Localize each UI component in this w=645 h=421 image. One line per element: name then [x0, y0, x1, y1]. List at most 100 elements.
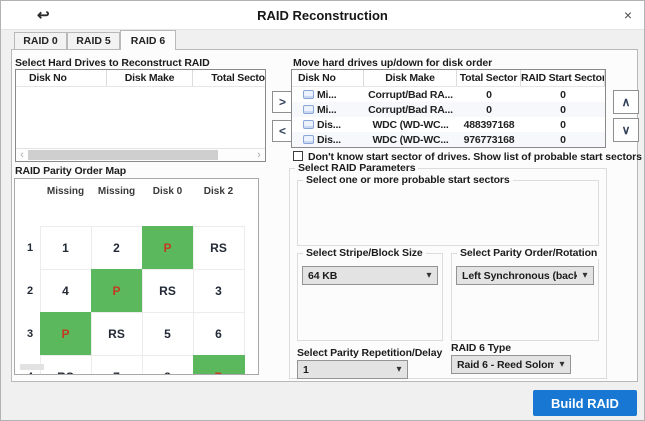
- scroll-left-icon[interactable]: ‹: [16, 149, 28, 161]
- scroll-right-icon[interactable]: ›: [253, 149, 265, 161]
- tab-raid-5[interactable]: RAID 5: [67, 32, 120, 50]
- move-right-button[interactable]: >: [272, 91, 293, 113]
- column-header: RAID Start Sector: [521, 70, 605, 86]
- list-item[interactable]: Dis... WDC (WD-WC...4883971680: [292, 117, 605, 132]
- raid6-type-dropdown[interactable]: Raid 6 - Reed Solomon ▾: [451, 355, 571, 374]
- raid-parameters-group-label: Select RAID Parameters: [295, 162, 418, 174]
- map-cell: 8: [142, 355, 194, 376]
- parity-repetition-label: Select Parity Repetition/Delay: [297, 347, 442, 359]
- disk-make-cell: Corrupt/Bad RA...: [364, 89, 457, 101]
- map-row-number: 2: [20, 269, 40, 312]
- map-cell: 2: [91, 226, 143, 270]
- disk-order-list-body: Mi...Corrupt/Bad RA...00Mi...Corrupt/Bad…: [292, 87, 605, 147]
- scrollbar-thumb[interactable]: [28, 150, 218, 160]
- map-cell: 6: [193, 312, 245, 356]
- horizontal-scrollbar[interactable]: ‹ ›: [16, 148, 265, 161]
- map-cell: 5: [142, 312, 194, 356]
- window-title: RAID Reconstruction: [1, 8, 644, 23]
- list-item[interactable]: Mi...Corrupt/Bad RA...00: [292, 87, 605, 102]
- raid-start-sector-cell: 0: [521, 119, 605, 131]
- map-cell: 3: [193, 269, 245, 313]
- raid-start-sector-cell: 0: [521, 89, 605, 101]
- chevron-down-icon: ▾: [421, 270, 437, 281]
- stripe-size-value: 64 KB: [303, 270, 421, 282]
- close-icon[interactable]: ×: [624, 7, 632, 23]
- raid-start-sector-cell: 0: [521, 104, 605, 116]
- disk-make-cell: WDC (WD-WC...: [364, 134, 457, 146]
- move-left-button[interactable]: <: [272, 120, 293, 142]
- chevron-down-icon: ▾: [577, 270, 593, 281]
- parity-order-map: MissingMissingDisk 0Disk 2112PRS24PRS33P…: [14, 178, 259, 375]
- disk-no-cell: Mi...: [292, 89, 364, 101]
- select-drives-label: Select Hard Drives to Reconstruct RAID: [15, 57, 210, 69]
- map-cell: RS: [91, 312, 143, 356]
- disk-order-list[interactable]: Disk NoDisk MakeTotal SectorRAID Start S…: [291, 69, 606, 148]
- map-cell: RS: [40, 355, 92, 376]
- map-cell: RS: [193, 226, 245, 270]
- disk-no-text: Mi...: [317, 89, 336, 101]
- total-sector-cell: 488397168: [457, 119, 521, 131]
- map-scrollbar-stub: [20, 364, 44, 370]
- disk-no-text: Dis...: [317, 119, 341, 131]
- map-cell: P: [91, 269, 143, 313]
- disk-icon: [303, 120, 314, 129]
- column-header: Total Sector: [193, 70, 266, 86]
- map-cell: P: [142, 226, 194, 270]
- column-header: Disk Make: [107, 70, 193, 86]
- tab-raid-6[interactable]: RAID 6: [120, 30, 176, 50]
- raid-start-sector-cell: 0: [521, 134, 605, 146]
- chevron-down-icon: ▾: [391, 364, 407, 375]
- parity-order-dropdown[interactable]: Left Synchronous (backward ▾: [456, 266, 594, 285]
- total-sector-cell: 976773168: [457, 134, 521, 146]
- move-down-button[interactable]: ∨: [613, 118, 639, 142]
- map-column-header: Missing: [91, 183, 142, 199]
- title-bar: ↩ RAID Reconstruction ×: [1, 1, 644, 30]
- chevron-down-icon: ▾: [554, 359, 570, 370]
- map-row-number: 1: [20, 226, 40, 269]
- probable-start-sectors-label: Select one or more probable start sector…: [303, 174, 513, 186]
- disk-no-text: Dis...: [317, 134, 341, 146]
- parity-order-value: Left Synchronous (backward: [457, 270, 577, 282]
- column-header: Disk Make: [364, 70, 457, 86]
- map-cell: 7: [91, 355, 143, 376]
- stripe-size-dropdown[interactable]: 64 KB ▾: [302, 266, 438, 285]
- parity-repetition-dropdown[interactable]: 1 ▾: [297, 360, 408, 379]
- disk-icon: [303, 135, 314, 144]
- raid6-type-value: Raid 6 - Reed Solomon: [452, 359, 554, 371]
- disk-make-cell: Corrupt/Bad RA...: [364, 104, 457, 116]
- move-drives-label: Move hard drives up/down for disk order: [293, 57, 492, 69]
- disk-icon: [303, 90, 314, 99]
- source-drive-list-header: Disk NoDisk MakeTotal Sector: [16, 70, 265, 87]
- map-cell: 1: [40, 226, 92, 270]
- disk-no-text: Mi...: [317, 104, 336, 116]
- total-sector-cell: 0: [457, 104, 521, 116]
- column-header: Disk No: [292, 70, 364, 86]
- column-header: Disk No: [16, 70, 107, 86]
- map-corner-cell: [20, 183, 40, 199]
- map-column-header: Disk 0: [142, 183, 193, 199]
- parity-order-group-label: Select Parity Order/Rotation: [457, 247, 600, 259]
- disk-no-cell: Dis...: [292, 119, 364, 131]
- parity-map-grid: MissingMissingDisk 0Disk 2112PRS24PRS33P…: [20, 183, 244, 375]
- parity-repetition-value: 1: [298, 364, 391, 376]
- raid-reconstruction-dialog: ↩ RAID Reconstruction × RAID 0 RAID 5 RA…: [0, 0, 645, 421]
- build-raid-button[interactable]: Build RAID: [533, 390, 637, 416]
- map-column-header: Disk 2: [193, 183, 244, 199]
- probable-start-sectors-group: Select one or more probable start sector…: [297, 180, 599, 246]
- list-item[interactable]: Mi...Corrupt/Bad RA...00: [292, 102, 605, 117]
- list-item[interactable]: Dis... WDC (WD-WC...9767731680: [292, 132, 605, 147]
- tab-raid-0[interactable]: RAID 0: [14, 32, 67, 50]
- map-column-header: Missing: [40, 183, 91, 199]
- disk-make-cell: WDC (WD-WC...: [364, 119, 457, 131]
- map-cell: RS: [142, 269, 194, 313]
- move-up-button[interactable]: ∧: [613, 90, 639, 114]
- map-row-number: 3: [20, 312, 40, 355]
- disk-no-cell: Mi...: [292, 104, 364, 116]
- column-header: Total Sector: [457, 70, 521, 86]
- source-drive-list[interactable]: Disk NoDisk MakeTotal Sector ‹ ›: [15, 69, 266, 162]
- map-cell: P: [40, 312, 92, 356]
- map-cell: 4: [40, 269, 92, 313]
- unknown-start-sector-checkbox[interactable]: [293, 151, 303, 161]
- disk-order-list-header: Disk NoDisk MakeTotal SectorRAID Start S…: [292, 70, 605, 87]
- disk-no-cell: Dis...: [292, 134, 364, 146]
